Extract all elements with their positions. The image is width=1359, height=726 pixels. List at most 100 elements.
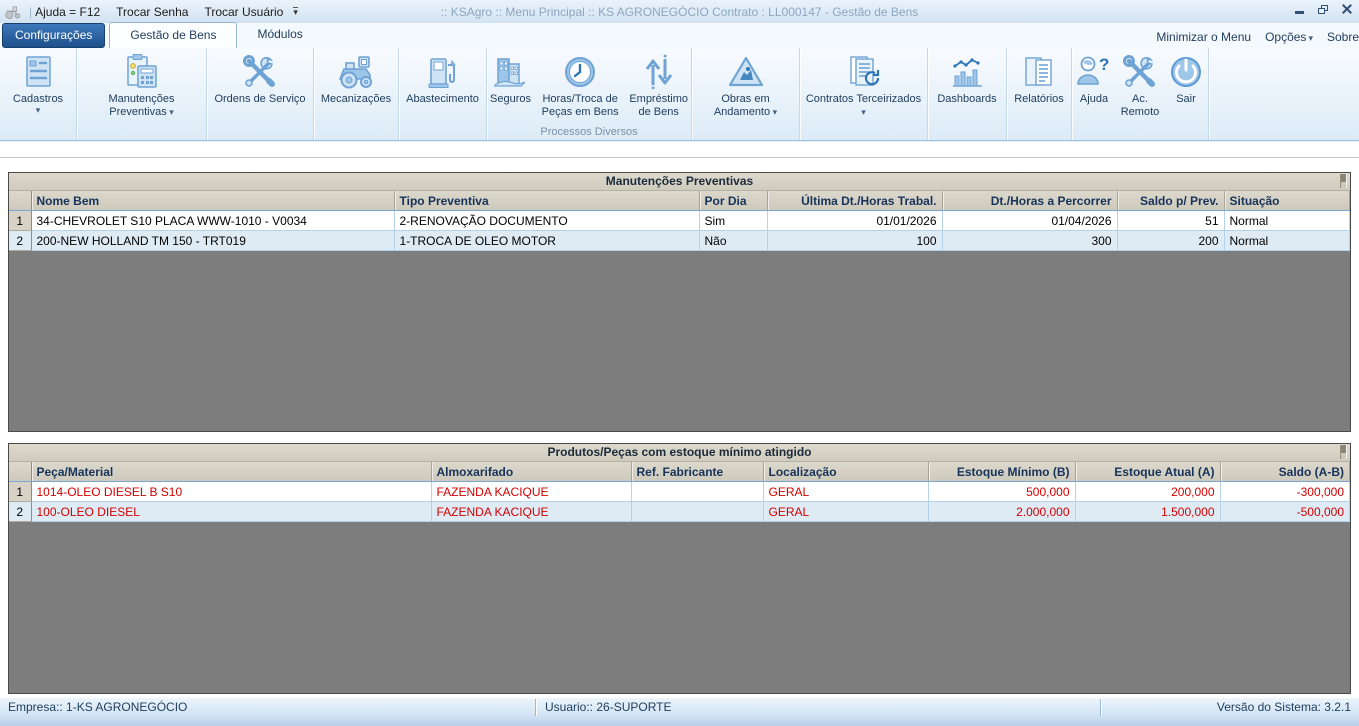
row-number-header [9, 462, 31, 482]
cell[interactable]: 200 [1117, 231, 1224, 251]
ribbon-button-label: Empréstimo de Bens [629, 93, 688, 119]
column-header-ref-fabricante[interactable]: Ref. Fabricante [631, 462, 763, 482]
ribbon-group: Relatórios [1007, 48, 1072, 140]
row-number: 1 [9, 211, 31, 231]
options-menu[interactable]: Opções▾ [1265, 30, 1313, 44]
cell[interactable]: GERAL [763, 502, 928, 522]
status-separator [1100, 699, 1101, 716]
ribbon-button-horas-troca-de-pecas-em-bens[interactable]: Horas/Troca de Peças em Bens [534, 48, 626, 119]
cell[interactable] [631, 502, 763, 522]
cell[interactable]: 34-CHEVROLET S10 PLACA WWW-1010 - V0034 [31, 211, 394, 231]
ribbon-group-caption [399, 125, 486, 140]
preventive-maintenance-grid: Manutenções Preventivas Nome BemTipo Pre… [8, 172, 1351, 432]
ribbon-button-abastecimento[interactable]: Abastecimento [403, 48, 482, 106]
ribbon-button-ordens-de-servico[interactable]: Ordens de Serviço [211, 48, 308, 106]
titlebar-menu-item-ajuda-f12[interactable]: Ajuda = F12 [35, 5, 100, 19]
ribbon-button-manutencoes-preventivas[interactable]: Manutenções Preventivas ▾ [77, 48, 206, 119]
chevron-down-icon: ▾ [36, 106, 41, 115]
minimize-menu-link[interactable]: Minimizar o Menu [1156, 30, 1251, 44]
cell[interactable]: Normal [1224, 231, 1350, 251]
ribbon-group: Dashboards [928, 48, 1007, 140]
column-header-situacao[interactable]: Situação [1224, 191, 1350, 211]
cell[interactable]: 1-TROCA DE OLEO MOTOR [394, 231, 699, 251]
quick-access-dropdown-icon[interactable]: ▾ [293, 7, 298, 16]
cell[interactable]: 200,000 [1075, 482, 1220, 502]
ribbon-button-label: Contratos Terceirizados ▾ [803, 93, 924, 119]
restore-button[interactable] [1315, 2, 1331, 16]
column-header-saldo-p-prev[interactable]: Saldo p/ Prev. [1117, 191, 1224, 211]
ribbon-button-obras-em-andamento[interactable]: Obras em Andamento ▾ [692, 48, 799, 119]
cell[interactable]: Normal [1224, 211, 1350, 231]
ribbon-group-caption [314, 125, 398, 140]
column-header-almoxarifado[interactable]: Almoxarifado [431, 462, 631, 482]
titlebar-menu-item-trocar-usuario[interactable]: Trocar Usuário [204, 5, 283, 19]
ribbon-button-emprestimo-de-bens[interactable]: Empréstimo de Bens [626, 48, 691, 119]
column-header-nome-bem[interactable]: Nome Bem [31, 191, 394, 211]
close-button[interactable] [1339, 2, 1355, 16]
cell[interactable]: 2.000,000 [928, 502, 1075, 522]
titlebar-menu-item-trocar-senha[interactable]: Trocar Senha [116, 5, 188, 19]
cell[interactable]: 500,000 [928, 482, 1075, 502]
cell[interactable]: FAZENDA KACIQUE [431, 482, 631, 502]
table-row[interactable]: 2100-OLEO DIESELFAZENDA KACIQUEGERAL2.00… [9, 502, 1350, 522]
cell[interactable]: 51 [1117, 211, 1224, 231]
cell[interactable]: 200-NEW HOLLAND TM 150 - TRT019 [31, 231, 394, 251]
column-header-dt-horas-a-percorrer[interactable]: Dt./Horas a Percorrer [942, 191, 1117, 211]
tab-configuracoes[interactable]: Configurações [2, 23, 105, 48]
tab-modulos[interactable]: Módulos [237, 22, 322, 48]
ribbon-button-dashboards[interactable]: Dashboards [934, 48, 999, 106]
tab-gestao-de-bens[interactable]: Gestão de Bens [109, 22, 237, 48]
cell[interactable]: 100 [767, 231, 942, 251]
grid-corner-scrollbar[interactable] [1340, 174, 1347, 188]
cell[interactable]: Não [699, 231, 767, 251]
row-number-header [9, 191, 31, 211]
ribbon-button-label: Seguros [490, 93, 531, 106]
cell[interactable]: Sim [699, 211, 767, 231]
column-header-localizacao[interactable]: Localização [763, 462, 928, 482]
titlebar-separator: | [29, 5, 32, 19]
cell[interactable]: 01/04/2026 [942, 211, 1117, 231]
buildings-icon [490, 52, 530, 92]
ribbon-button-ac-remoto[interactable]: Ac. Remoto [1117, 48, 1163, 119]
arrows-updown-icon [639, 52, 679, 92]
cell[interactable]: 01/01/2026 [767, 211, 942, 231]
ribbon-button-seguros[interactable]: Seguros [487, 48, 534, 106]
scrollbar-thumb[interactable] [1341, 174, 1346, 182]
minimize-button[interactable] [1291, 2, 1307, 16]
table-row[interactable]: 134-CHEVROLET S10 PLACA WWW-1010 - V0034… [9, 211, 1350, 231]
scrollbar-thumb[interactable] [1341, 445, 1346, 453]
cell[interactable]: FAZENDA KACIQUE [431, 502, 631, 522]
chevron-down-icon: ▾ [861, 107, 866, 117]
cell[interactable]: -300,000 [1220, 482, 1350, 502]
column-header-ultima-dt-horas-trabal[interactable]: Última Dt./Horas Trabal. [767, 191, 942, 211]
cell[interactable]: 300 [942, 231, 1117, 251]
column-header-estoque-atual-a[interactable]: Estoque Atual (A) [1075, 462, 1220, 482]
ribbon-button-mecanizacoes[interactable]: Mecanizações [318, 48, 394, 106]
ribbon-button-relatorios[interactable]: Relatórios [1011, 48, 1067, 106]
about-link[interactable]: Sobre [1327, 30, 1359, 44]
cell[interactable]: -500,000 [1220, 502, 1350, 522]
cell[interactable] [631, 482, 763, 502]
cell[interactable]: 2-RENOVAÇÃO DOCUMENTO [394, 211, 699, 231]
cell[interactable]: 1.500,000 [1075, 502, 1220, 522]
ribbon-button-ajuda[interactable]: ?Ajuda [1071, 48, 1117, 106]
table-row[interactable]: 11014-OLEO DIESEL B S10FAZENDA KACIQUE GE… [9, 482, 1350, 502]
cell[interactable]: GERAL [763, 482, 928, 502]
column-header-tipo-preventiva[interactable]: Tipo Preventiva [394, 191, 699, 211]
column-header-saldo-a-b[interactable]: Saldo (A-B) [1220, 462, 1350, 482]
row-number: 1 [9, 482, 31, 502]
remote-tools-icon [1120, 52, 1160, 92]
ribbon-button-contratos-terceirizados[interactable]: Contratos Terceirizados ▾ [800, 48, 927, 119]
table-row[interactable]: 2200-NEW HOLLAND TM 150 - TRT0191-TROCA … [9, 231, 1350, 251]
column-header-por-dia[interactable]: Por Dia [699, 191, 767, 211]
dashboard-chart-icon [947, 52, 987, 92]
application-window: | Ajuda = F12Trocar SenhaTrocar Usuário … [0, 0, 1359, 726]
ribbon-button-sair[interactable]: Sair [1163, 48, 1209, 106]
ribbon-group: Contratos Terceirizados ▾ [800, 48, 928, 140]
cell[interactable]: 1014-OLEO DIESEL B S10 [31, 482, 431, 502]
cell[interactable]: 100-OLEO DIESEL [31, 502, 431, 522]
column-header-peca-material[interactable]: Peça/Material [31, 462, 431, 482]
grid-corner-scrollbar[interactable] [1340, 445, 1347, 459]
column-header-estoque-minimo-b[interactable]: Estoque Mínimo (B) [928, 462, 1075, 482]
ribbon-button-cadastros[interactable]: Cadastros ▾ [10, 48, 66, 115]
